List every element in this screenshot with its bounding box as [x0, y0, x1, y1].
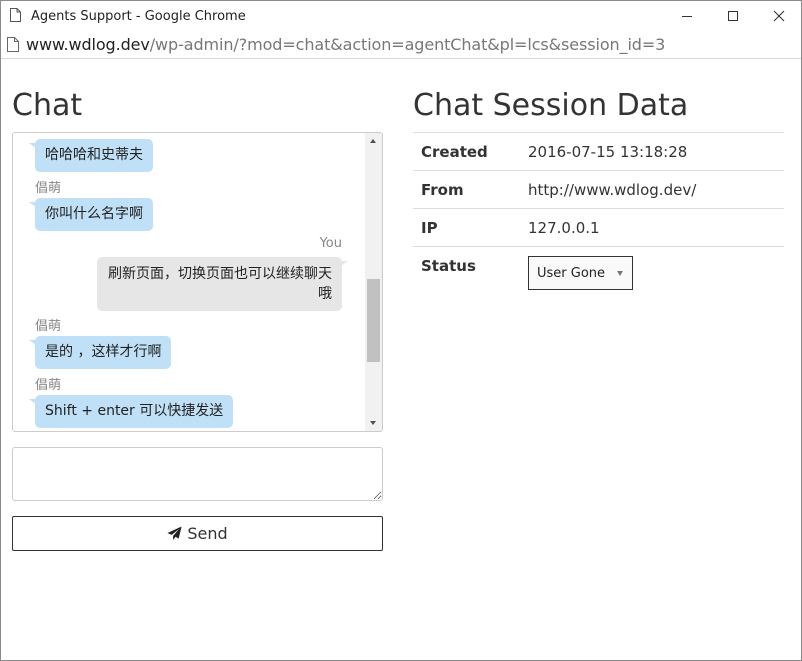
agent-message: 哈哈哈和史蒂夫: [29, 139, 153, 172]
user-message-line: 刷新页面，切换页面也可以继续聊天: [108, 266, 332, 282]
address-bar[interactable]: www.wdlog.dev/wp-admin/?mod=chat&action=…: [1, 32, 801, 59]
send-button[interactable]: Send: [12, 516, 383, 551]
page-icon: [7, 37, 19, 52]
minimize-button[interactable]: [664, 1, 710, 32]
chat-heading: Chat: [12, 88, 83, 123]
paper-plane-icon: [167, 526, 182, 541]
row-label: From: [421, 181, 464, 199]
window-title: Agents Support - Google Chrome: [31, 9, 246, 24]
url-path: /wp-admin/?mod=chat&action=agentChat&pl=…: [149, 35, 666, 54]
status-select[interactable]: User Gone: [528, 256, 633, 290]
close-icon: [773, 10, 785, 22]
status-value: User Gone: [537, 265, 606, 281]
scroll-down-icon[interactable]: [370, 421, 376, 425]
chat-log[interactable]: 哈哈哈和史蒂夫 倡萌 你叫什么名字啊 You 刷新页面，切换页面也可以继续聊天 …: [12, 132, 383, 432]
session-row-from: From http://www.wdlog.dev/: [413, 170, 784, 208]
url-text[interactable]: www.wdlog.dev/wp-admin/?mod=chat&action=…: [26, 35, 665, 54]
row-value: 127.0.0.1: [528, 219, 600, 237]
reply-input[interactable]: [12, 447, 383, 501]
session-table: Created 2016-07-15 13:18:28 From http://…: [413, 132, 784, 302]
session-row-ip: IP 127.0.0.1: [413, 208, 784, 246]
send-label: Send: [187, 524, 228, 543]
browser-window: Agents Support - Google Chrome www.wdlog…: [0, 0, 802, 661]
session-heading: Chat Session Data: [413, 88, 689, 123]
sender-name: 倡萌: [35, 319, 62, 334]
row-label: Created: [421, 143, 488, 161]
scroll-thumb[interactable]: [367, 279, 380, 362]
agent-message: Shift + enter 可以快捷发送: [28, 395, 234, 428]
chevron-down-icon: [617, 271, 623, 276]
scroll-up-icon[interactable]: [370, 139, 376, 143]
title-bar: Agents Support - Google Chrome: [1, 1, 801, 32]
url-host: www.wdlog.dev: [26, 35, 150, 54]
session-row-created: Created 2016-07-15 13:18:28: [413, 132, 784, 170]
maximize-button[interactable]: [710, 1, 756, 32]
user-message-line: 哦: [318, 286, 332, 302]
maximize-icon: [728, 11, 738, 21]
chat-scrollbar[interactable]: [365, 133, 382, 431]
agent-message: 是的 ，这样才行啊: [28, 336, 172, 369]
close-button[interactable]: [756, 1, 802, 32]
sender-name: 倡萌: [35, 378, 62, 393]
row-label: Status: [421, 257, 476, 275]
row-value: http://www.wdlog.dev/: [528, 181, 697, 199]
agent-message: 你叫什么名字啊: [29, 198, 153, 231]
row-value: 2016-07-15 13:18:28: [528, 143, 688, 161]
minimize-icon: [682, 16, 692, 17]
document-icon: [10, 8, 21, 22]
row-label: IP: [421, 219, 438, 237]
session-row-status: Status User Gone: [413, 246, 784, 302]
sender-name: 倡萌: [35, 181, 62, 196]
user-message: 刷新页面，切换页面也可以继续聊天 哦: [97, 257, 348, 311]
sender-name: You: [319, 236, 342, 251]
